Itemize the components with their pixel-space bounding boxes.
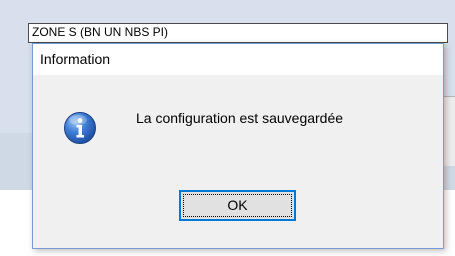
ok-button[interactable]: OK (179, 190, 296, 221)
screen: ZONE S (BN UN NBS PI) Information La con… (0, 0, 455, 256)
ok-button-label: OK (227, 197, 248, 213)
info-icon (64, 112, 96, 144)
dialog-title: Information (40, 51, 111, 67)
background-zone-field[interactable]: ZONE S (BN UN NBS PI) (28, 23, 448, 43)
background-zone-field-value: ZONE S (BN UN NBS PI) (32, 25, 169, 39)
dialog-titlebar[interactable]: Information (33, 44, 443, 75)
dialog-message: La configuration est sauvegardée (136, 110, 344, 126)
information-dialog: Information La configuration est sauvega… (32, 43, 444, 249)
